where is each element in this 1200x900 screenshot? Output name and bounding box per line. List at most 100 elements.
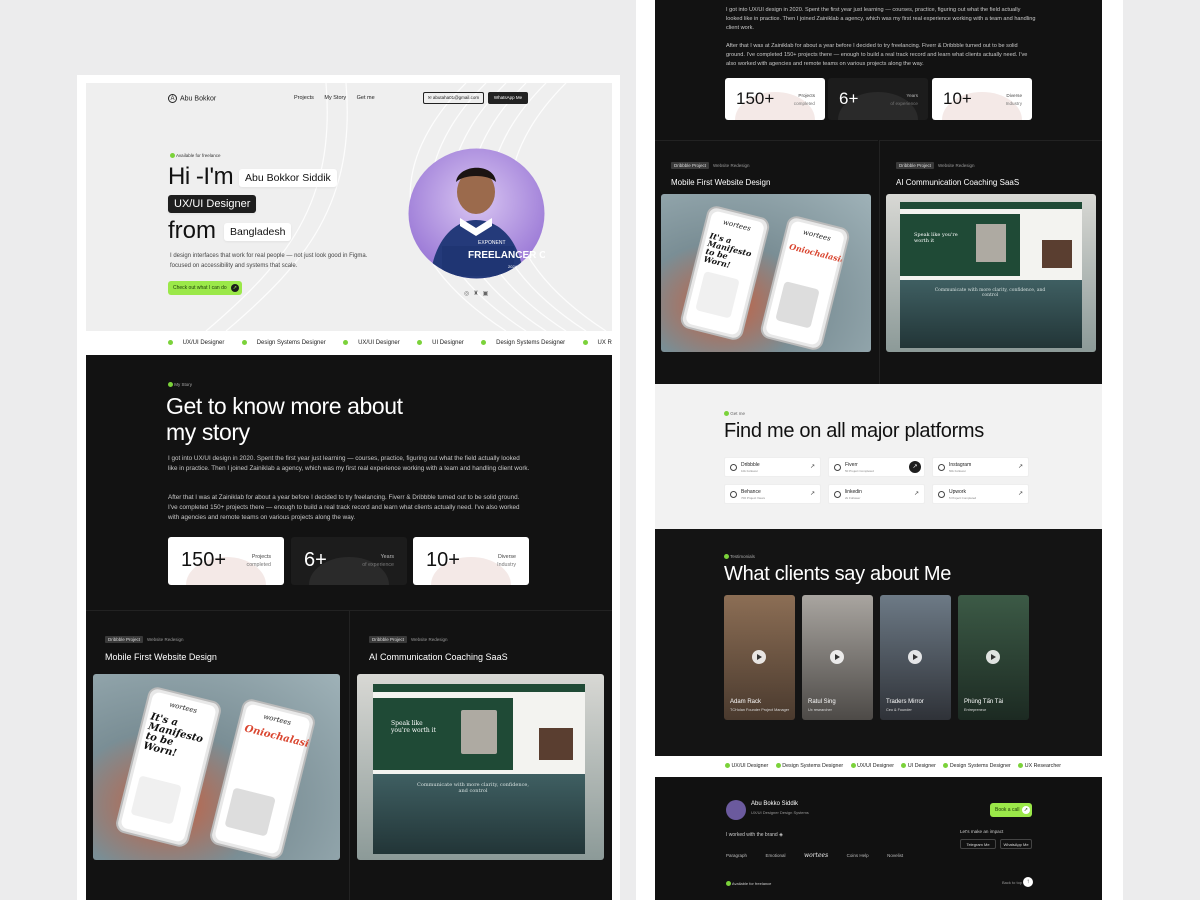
story-title: Get to know more about my story [166, 393, 403, 445]
project-thumbnail-saas[interactable]: Speak like you're worth it Communicate w… [886, 194, 1096, 352]
nav-my-story[interactable]: My Story [324, 95, 346, 101]
book-call-button[interactable]: Book a call ➚ [990, 803, 1032, 817]
arrow-icon: ↗ [913, 491, 919, 497]
story-paragraph-1: I got into UX/UI design in 2020. Spent t… [168, 455, 530, 472]
nav-get-me[interactable]: Get me [357, 95, 375, 101]
portrait-event-title: FREELANCER CONNECT [468, 250, 545, 261]
brand-logo: Paragraph [726, 853, 748, 858]
email-text: abutaha01@gmail.com [432, 95, 480, 100]
brand-logo: wortees [803, 852, 829, 859]
ticker-item: UI Designer [417, 339, 471, 346]
brand-logo: Emotional [765, 853, 786, 858]
testimonial-video[interactable]: Adam Rack TCHolan Founder Project Manager [724, 595, 795, 720]
ticker-item: UI Designer [901, 763, 936, 769]
phone-mockup: wortees Oniochalasia [758, 214, 852, 352]
project-title: AI Communication Coaching SaaS [369, 652, 508, 662]
platform-behance[interactable]: Behance 700 Project Views ↗ [724, 484, 821, 504]
stat-years: 6+ Years of experience [291, 537, 407, 585]
testimonials-tag: Testimonials [724, 554, 755, 560]
play-icon [986, 650, 1000, 664]
project-card-saas[interactable]: Dribbble Project Website Redesign AI Commu… [879, 140, 1102, 384]
whatsapp-button[interactable]: WhatsApp Me [1000, 839, 1032, 849]
from-word: from [168, 217, 216, 244]
testimonial-video[interactable]: Ratul Sing Ux researcher [802, 595, 873, 720]
stat-years: 6+ Years of experience [828, 78, 928, 120]
availability-status: Available for freelance [170, 153, 220, 159]
project-title: Mobile First Website Design [105, 652, 217, 662]
impact-label: Let's make an impact [960, 829, 1004, 834]
project-title: AI Communication Coaching SaaS [896, 178, 1020, 187]
arrow-icon: ↗ [909, 461, 921, 473]
stat-industries: 10+ Diverse Industry [413, 537, 529, 585]
brand-logo: Novelist [887, 853, 904, 858]
arrow-icon: ➚ [1022, 806, 1030, 814]
logo[interactable]: A Abu Bokkor [168, 94, 216, 103]
footer-subtitle: UX/UI Designer Design Systems [751, 810, 809, 815]
email-button[interactable]: ✉ abutaha01@gmail.com [423, 92, 484, 104]
platforms-tag: Get me [724, 411, 745, 417]
project-thumbnail-mobile[interactable]: wortees It's a Manifesto to be Worn! wort… [93, 674, 340, 860]
platform-upwork[interactable]: Upwork 5 Project Completed ↗ [932, 484, 1029, 504]
ticker-item: UX Researcher [582, 339, 612, 346]
whatsapp-button[interactable]: WhatsApp Me [488, 92, 528, 104]
arrow-icon: ➚ [231, 284, 239, 292]
platform-dribbble[interactable]: Dribbble 10k Follower ↗ [724, 457, 821, 477]
instagram-icon [938, 464, 945, 471]
greeting: Hi -I'm [168, 163, 234, 190]
footer-availability: Available for freelance [726, 881, 771, 887]
phone-mockup: wortees It's a Manifesto to be Worn! [678, 204, 772, 342]
behance-icon[interactable]: ♜ [473, 291, 482, 297]
arrow-icon: ↗ [1017, 491, 1023, 497]
worked-with-label: I worked with the brand ◈ [726, 832, 783, 838]
play-icon [908, 650, 922, 664]
stat-projects: 150+ Projects completed [168, 537, 284, 585]
testimonial-video[interactable]: Traders Mirror Ceo & Founder [880, 595, 951, 720]
skills-ticker: UX/UI Designer Design Systems Designer U… [86, 333, 612, 354]
portrait-photo: EXPONENT FREELANCER CONNECT 2024 [408, 148, 545, 279]
testimonial-video[interactable]: Phùng Tấn Tài Entrepreneur [958, 595, 1029, 720]
dribbble-icon[interactable]: ◎ [464, 291, 473, 297]
arrow-icon: ↗ [809, 464, 815, 470]
phone-mockup: wortees Oniochalasia [207, 697, 318, 860]
status-dot [170, 153, 175, 159]
ticker-item: Design Systems Designer [242, 339, 334, 346]
ticker-item: Design Systems Designer [943, 763, 1011, 769]
story-section: My Story Get to know more about my story … [86, 355, 612, 900]
nav-links: Projects My Story Get me [294, 95, 384, 101]
logo-icon: A [168, 94, 177, 103]
brand-logos: Paragraph Emotional wortees Coins Help N… [726, 844, 917, 862]
hero-description: I design interfaces that work for real p… [170, 253, 368, 269]
platform-instagram[interactable]: Instagram 50k Follower ↗ [932, 457, 1029, 477]
footer-section: Abu Bokko Siddik UX/UI Designer Design S… [655, 777, 1102, 900]
project-card-mobile[interactable]: Dribbble Project Website Redesign Mobile F… [655, 140, 878, 384]
project-meta: Dribbble Project Website Redesign Mobile F… [105, 636, 217, 662]
ticker-item: Design Systems Designer [775, 763, 843, 769]
project-thumbnail-mobile[interactable]: wortees It's a Manifesto to be Worn! wort… [661, 194, 871, 352]
project-card-mobile[interactable]: Dribbble Project Website Redesign Mobile F… [86, 610, 349, 900]
name-chip: Abu Bokkor Siddik [239, 169, 337, 187]
story-tag: My Story [168, 382, 192, 388]
social-icons: ◎♜▣ [464, 290, 492, 297]
instagram-icon[interactable]: ▣ [483, 291, 493, 297]
story-paragraph-2: After that I was at Zainiklab for about … [168, 494, 520, 521]
telegram-button[interactable]: Telegram Me [960, 839, 996, 849]
nav-projects[interactable]: Projects [294, 95, 314, 101]
testimonials-title: What clients say about Me [724, 563, 952, 585]
project-title: Mobile First Website Design [671, 178, 771, 187]
top-nav: A Abu Bokkor Projects My Story Get me ✉ a… [86, 83, 612, 113]
project-thumbnail-saas[interactable]: Speak like you're worth it Communicate w… [357, 674, 604, 860]
behance-icon [730, 491, 737, 498]
platform-fiverr[interactable]: Fiverr 50 Project Completed ↗ [828, 457, 925, 477]
platforms-section: Get me Find me on all major platforms Dr… [655, 384, 1102, 529]
country-chip: Bangladesh [224, 223, 292, 241]
back-to-top-label[interactable]: Back to top [1002, 880, 1022, 885]
platform-linkedin[interactable]: linkedin 2k Follower ↗ [828, 484, 925, 504]
avatar [726, 800, 746, 820]
saas-mockup: Speak like you're worth it Communicate w… [900, 202, 1082, 348]
project-meta: Dribbble Project Website Redesign AI Commu… [369, 636, 508, 662]
project-meta: Dribbble Project Website Redesign AI Commu… [896, 162, 1020, 187]
dribbble-icon [730, 464, 737, 471]
project-card-saas[interactable]: Dribbble Project Website Redesign AI Commu… [349, 610, 612, 900]
cta-button[interactable]: Check out what I can do ➚ [168, 281, 242, 295]
arrow-up-icon[interactable]: ↑ [1023, 877, 1033, 887]
